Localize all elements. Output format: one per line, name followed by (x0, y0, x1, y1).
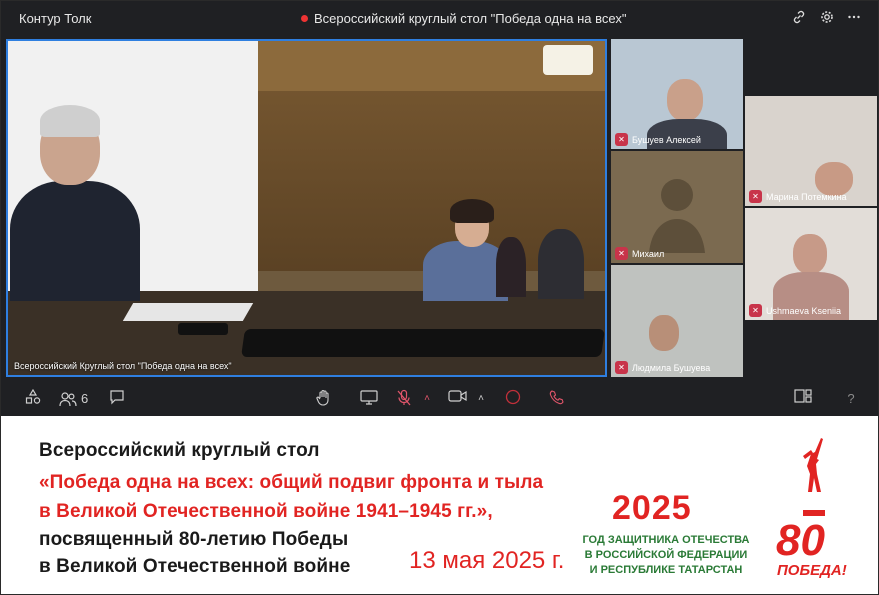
video-conference-app: Контур Толк Всероссийский круглый стол "… (1, 1, 878, 416)
video-scene-light (543, 45, 593, 75)
participant-tile[interactable]: ✕ Бушуев Алексей (611, 39, 743, 149)
camera-options-chevron-icon[interactable]: ˄ (474, 389, 488, 409)
main-speaker-video[interactable]: Всероссийский Круглый стол "Победа одна … (6, 39, 607, 377)
call-controls-bar: 6 ˄ ˄ ? (1, 381, 878, 416)
motherland-statue-icon (803, 438, 825, 516)
participant-tile[interactable]: ✕ Ushmaeva Kseniia (745, 208, 877, 320)
raise-hand-icon[interactable] (314, 389, 334, 409)
app-name: Контур Толк (19, 11, 92, 26)
shapes-icon[interactable] (23, 388, 43, 409)
layout-switch-icon[interactable] (793, 389, 813, 409)
banner-line: в Великой Отечественной войне (39, 556, 351, 577)
participant-face (667, 79, 703, 121)
banner-line: «Победа одна на всех: общий подвиг фронт… (39, 472, 544, 493)
link-icon[interactable] (789, 9, 809, 29)
participant-figure (538, 229, 584, 299)
avatar-placeholder-icon (649, 179, 705, 253)
banner-line: Всероссийский круглый стол (39, 440, 320, 461)
mic-muted-icon: ✕ (615, 133, 628, 146)
participant-figure (10, 181, 140, 301)
microphone-muted-icon[interactable] (394, 389, 414, 409)
video-scene-phone (178, 323, 228, 335)
participant-tile[interactable]: ✕ Людмила Бушуева (611, 265, 743, 377)
banner-line: в Великой Отечественной войне 1941–1945 … (39, 501, 493, 522)
meeting-title: Всероссийский круглый стол "Победа одна … (314, 11, 627, 26)
more-options-icon[interactable] (844, 9, 864, 29)
year-of-defender-caption: ГОД ЗАЩИТНИКА ОТЕЧЕСТВА В РОССИЙСКОЙ ФЕД… (582, 534, 750, 576)
mic-muted-icon: ✕ (749, 304, 762, 317)
banner-line: посвященный 80-летию Победы (39, 529, 349, 550)
mic-muted-icon: ✕ (615, 247, 628, 260)
participant-figure (450, 199, 494, 223)
recording-indicator-icon (301, 15, 308, 22)
video-scene-keyboard (241, 329, 605, 357)
victory-80-logo-number: 80 (776, 516, 825, 565)
participant-figure (40, 105, 100, 137)
participant-tile[interactable]: ✕ Михаил (611, 151, 743, 263)
event-banner: Всероссийский круглый стол «Победа одна … (1, 416, 878, 594)
participants-button[interactable]: 6 (59, 389, 95, 409)
participant-figure (496, 237, 526, 297)
participant-tile[interactable]: ✕ Марина Потемкина (745, 96, 877, 206)
mic-muted-icon: ✕ (615, 361, 628, 374)
event-date: 13 мая 2025 г. (409, 547, 565, 574)
hang-up-phone-icon[interactable] (547, 389, 567, 409)
camera-icon[interactable] (447, 389, 469, 409)
main-video-label: Всероссийский Круглый стол "Победа одна … (14, 361, 232, 371)
help-button[interactable]: ? (843, 389, 859, 409)
participant-name-label: ✕ Людмила Бушуева (615, 361, 710, 374)
mic-muted-icon: ✕ (749, 190, 762, 203)
microphone-options-chevron-icon[interactable]: ˄ (420, 389, 434, 409)
chat-icon[interactable] (107, 389, 127, 409)
participants-icon (59, 392, 77, 407)
settings-gear-icon[interactable] (817, 9, 837, 29)
victory-logo-word: ПОБЕДА! (777, 562, 847, 579)
record-icon[interactable] (503, 389, 523, 409)
meeting-title-group: Всероссийский круглый стол "Победа одна … (301, 11, 626, 26)
participant-name-label: ✕ Михаил (615, 247, 664, 260)
year-title: 2025 (612, 489, 692, 527)
participant-name-label: ✕ Бушуев Алексей (615, 133, 701, 146)
participants-count: 6 (81, 391, 89, 406)
participant-name-label: ✕ Марина Потемкина (749, 190, 847, 203)
participant-name-label: ✕ Ushmaeva Kseniia (749, 304, 841, 317)
participant-face (793, 234, 827, 274)
participant-face (649, 315, 679, 351)
screenshot-frame: Контур Толк Всероссийский круглый стол "… (0, 0, 879, 595)
screen-share-icon[interactable] (358, 389, 380, 409)
top-bar: Контур Толк Всероссийский круглый стол "… (1, 1, 878, 37)
video-scene-papers (122, 303, 254, 321)
